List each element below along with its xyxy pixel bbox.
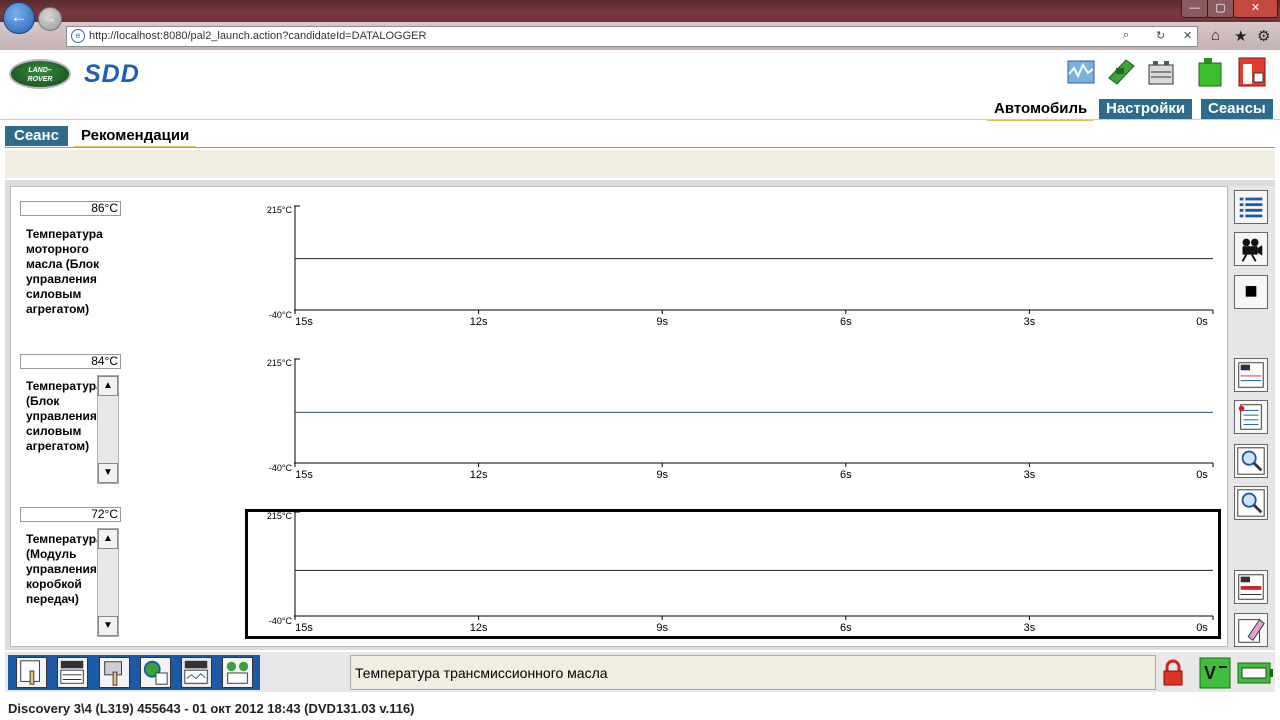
zoom-out-icon[interactable] <box>1234 486 1268 520</box>
logo-text-line2: ROVER <box>27 76 53 83</box>
chart-1-ymax: 215°C <box>266 205 292 215</box>
sdd-logo: SDD <box>84 60 140 88</box>
x-tick-label: 9s <box>656 316 668 328</box>
nav-vehicle-tab[interactable]: Автомобиль <box>987 99 1095 121</box>
diagnostics-icon[interactable] <box>222 657 253 688</box>
x-tick-label: 15s <box>295 622 313 634</box>
x-tick-label: 15s <box>295 316 313 328</box>
x-tick-label: 0s <box>1196 316 1208 328</box>
voltage-icon[interactable]: V <box>1199 657 1231 689</box>
scroll-down-button[interactable]: ▼ <box>98 463 118 483</box>
module-icon[interactable] <box>1106 56 1136 88</box>
x-tick-label: 9s <box>656 469 668 481</box>
module-touch-icon[interactable] <box>99 657 130 688</box>
network-icon[interactable] <box>140 657 171 688</box>
report-list-icon[interactable] <box>1234 400 1268 434</box>
param-1-value: 86°C <box>20 201 121 216</box>
land-rover-logo: LAND– ROVER <box>9 59 71 89</box>
x-tick-label: 12s <box>469 316 488 328</box>
param-1-label: Температура моторного масла (Блок управл… <box>26 227 103 316</box>
home-icon[interactable]: ⌂ <box>1211 27 1220 44</box>
tab-recommendations[interactable]: Рекомендации <box>74 126 197 148</box>
param-3-scrollbar[interactable]: ▲ ▼ <box>97 528 119 637</box>
chart-3 <box>294 511 1214 620</box>
chart-1-ymin: -40°C <box>268 310 292 320</box>
chart-3-ymin: -40°C <box>268 616 292 626</box>
refresh-icon[interactable]: ↻ <box>1156 29 1165 42</box>
chart-2-ymax: 215°C <box>266 358 292 368</box>
eraser-icon[interactable] <box>1234 613 1268 647</box>
x-tick-label: 12s <box>469 469 488 481</box>
scroll-up-button[interactable]: ▲ <box>98 376 118 396</box>
touch-screen-icon[interactable] <box>16 657 47 688</box>
x-tick-label: 6s <box>839 622 852 634</box>
lock-icon[interactable] <box>1161 659 1185 687</box>
nav-sessions-tab[interactable]: Сеансы <box>1201 99 1273 119</box>
param-3-label: Температура (Модуль управления коробкой … <box>26 532 98 606</box>
nav-settings-tab[interactable]: Настройки <box>1099 99 1193 119</box>
star-icon[interactable]: ★ <box>1234 27 1247 45</box>
tab-session[interactable]: Сеанс <box>5 126 68 146</box>
maximize-button[interactable]: ▢ <box>1207 0 1234 18</box>
forward-button[interactable]: → <box>38 7 62 31</box>
x-tick-label: 15s <box>295 469 313 481</box>
datalogger-icon[interactable] <box>181 657 212 688</box>
page-icon: e <box>71 29 85 43</box>
chart-2-ymin: -40°C <box>268 463 292 473</box>
x-tick-label: 6s <box>839 469 852 481</box>
chart-2 <box>294 358 1214 467</box>
stop-icon[interactable]: ✕ <box>1183 29 1192 42</box>
address-bar[interactable]: e http://localhost:8080/pal2_launch.acti… <box>66 26 1198 47</box>
search-icon[interactable]: ⌕ <box>1123 29 1129 42</box>
x-tick-label: 3s <box>1023 622 1036 634</box>
waveform-icon[interactable] <box>1066 56 1096 88</box>
list-icon[interactable] <box>1234 190 1268 224</box>
x-tick-label: 9s <box>656 622 668 634</box>
exit-icon[interactable] <box>1237 56 1267 88</box>
zoom-in-icon[interactable] <box>1234 444 1268 478</box>
chart-1 <box>294 205 1214 314</box>
svg-text:V: V <box>1204 663 1216 683</box>
url-text[interactable]: http://localhost:8080/pal2_launch.action… <box>89 30 426 42</box>
chart-3-ymax: 215°C <box>266 511 292 521</box>
param-2-label: Температура (Блок управления силовым агр… <box>26 379 98 453</box>
minimize-button[interactable]: — <box>1181 0 1208 18</box>
gear-icon[interactable]: ⚙ <box>1257 27 1270 45</box>
scroll-up-button[interactable]: ▲ <box>98 529 118 549</box>
header-divider <box>0 119 1280 120</box>
x-tick-label: 0s <box>1196 622 1208 634</box>
vehicle-info-footer: Discovery 3\4 (L319) 455643 - 01 окт 201… <box>8 701 415 716</box>
scroll-track[interactable] <box>98 549 118 616</box>
param-2-scrollbar[interactable]: ▲ ▼ <box>97 375 119 484</box>
tab-divider <box>5 147 1275 148</box>
window-titlebar <box>0 0 1280 22</box>
x-tick-label: 0s <box>1196 469 1208 481</box>
speed-display-icon[interactable] <box>57 657 88 688</box>
param-2-value: 84°C <box>20 354 121 369</box>
status-text: Температура трансмиссионного масла <box>355 665 608 681</box>
back-button[interactable]: ← <box>3 2 35 34</box>
speed-chart-icon[interactable] <box>1234 570 1268 604</box>
x-tick-label: 6s <box>839 316 852 328</box>
x-tick-label: 3s <box>1023 316 1036 328</box>
stop-button[interactable]: ■ <box>1234 275 1268 309</box>
close-window-button[interactable]: ✕ <box>1233 0 1278 18</box>
record-camera-icon[interactable] <box>1234 232 1268 266</box>
battery-icon[interactable] <box>1146 56 1176 88</box>
battery-status-icon <box>1237 662 1273 684</box>
x-tick-label: 12s <box>469 622 488 634</box>
fuel-can-icon[interactable] <box>1195 56 1225 88</box>
logo-text-line1: LAND <box>28 67 48 74</box>
scroll-down-button[interactable]: ▼ <box>98 616 118 636</box>
scroll-track[interactable] <box>98 396 118 463</box>
param-3-value: 72°C <box>20 507 121 522</box>
info-bar <box>5 150 1275 178</box>
x-tick-label: 3s <box>1023 469 1036 481</box>
speed-graph-icon[interactable] <box>1234 358 1268 392</box>
